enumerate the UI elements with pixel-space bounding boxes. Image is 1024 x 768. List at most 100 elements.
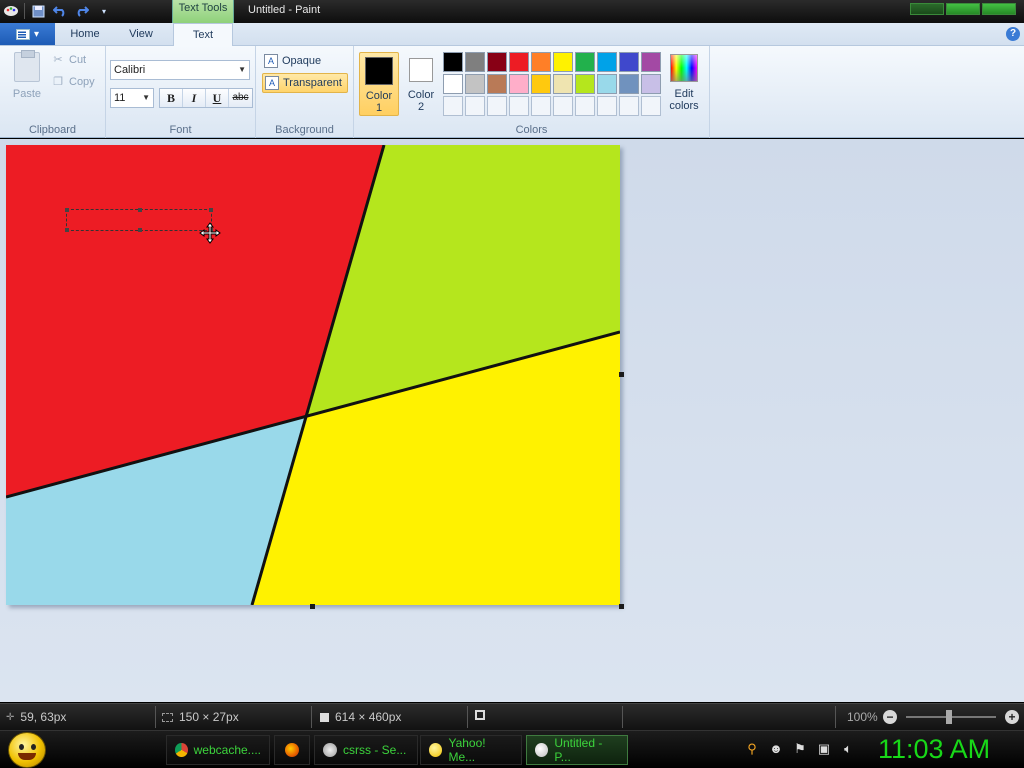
canvas-resize-handle-bottom[interactable] (310, 604, 315, 609)
image-size: 614 × 460px (320, 710, 401, 724)
resize-handle[interactable] (209, 208, 213, 212)
palette-swatch[interactable] (443, 74, 463, 94)
palette-swatch-empty[interactable] (443, 96, 463, 116)
resize-handle[interactable] (138, 228, 142, 232)
palette-swatch[interactable] (465, 74, 485, 94)
messenger-tray-icon[interactable]: ☻ (768, 741, 784, 757)
taskbar-item-chrome[interactable]: webcache.... (166, 735, 270, 765)
group-label: Clipboard (28, 124, 77, 136)
status-separator (622, 706, 623, 728)
action-center-flag-icon[interactable]: ⚑ (792, 741, 808, 757)
copy-button[interactable]: ❐ Copy (52, 76, 95, 88)
group-label: Font (169, 124, 192, 136)
save-icon[interactable] (29, 2, 47, 20)
undo-icon[interactable] (51, 2, 69, 20)
chrome-icon (175, 743, 188, 757)
italic-button[interactable]: I (183, 89, 206, 107)
toolbar-separator (24, 3, 25, 19)
clipboard-group: Paste ✂ Cut ❐ Copy Clipboard (0, 46, 106, 138)
redo-icon[interactable] (73, 2, 91, 20)
palette-swatch[interactable] (509, 52, 529, 72)
maximize-button[interactable] (946, 3, 980, 15)
opaque-button[interactable]: A Opaque (262, 51, 348, 71)
palette-swatch[interactable] (575, 52, 595, 72)
resize-handle[interactable] (138, 208, 142, 212)
image-size-icon (320, 712, 329, 722)
network-icon[interactable]: ▣ (816, 741, 832, 757)
paint-icon (535, 743, 549, 757)
palette-swatch-empty[interactable] (597, 96, 617, 116)
taskbar-item-firefox[interactable] (274, 735, 310, 765)
canvas-resize-handle-right[interactable] (619, 372, 624, 377)
text-box-selection[interactable] (65, 208, 213, 232)
taskbar-item-paint[interactable]: Untitled - P... (526, 735, 628, 765)
underline-button[interactable]: U (206, 89, 229, 107)
palette-swatch[interactable] (509, 74, 529, 94)
palette-swatch[interactable] (641, 52, 661, 72)
tab-text[interactable]: Text (173, 23, 233, 47)
paint-app-icon[interactable] (2, 2, 20, 20)
search-icon[interactable]: ⚲ (744, 741, 760, 757)
save-icon (475, 710, 485, 720)
help-icon[interactable]: ? (1006, 27, 1020, 41)
palette-swatch-empty[interactable] (531, 96, 551, 116)
transparent-button[interactable]: A Transparent (262, 73, 348, 93)
palette-swatch[interactable] (553, 52, 573, 72)
font-family-select[interactable]: Calibri ▼ (110, 60, 250, 80)
palette-swatch-empty[interactable] (619, 96, 639, 116)
color1-button[interactable]: Color 1 (359, 52, 399, 116)
cursor-position-icon: ✛ (6, 711, 15, 723)
taskbar: webcache.... csrss - Se... Yahoo! Me... … (0, 730, 1024, 768)
resize-handle[interactable] (65, 208, 69, 212)
palette-swatch-empty[interactable] (575, 96, 595, 116)
palette-swatch[interactable] (487, 74, 507, 94)
minimize-button[interactable] (910, 3, 944, 15)
palette-swatch-empty[interactable] (509, 96, 529, 116)
palette-swatch[interactable] (531, 74, 551, 94)
canvas-workarea[interactable] (0, 139, 1024, 702)
palette-swatch-empty[interactable] (465, 96, 485, 116)
palette-swatch[interactable] (553, 74, 573, 94)
palette-swatch[interactable] (575, 74, 595, 94)
resize-handle[interactable] (65, 228, 69, 232)
system-tray: ⚲ ☻ ⚑ ▣ 🔈︎ (744, 741, 856, 757)
palette-swatch[interactable] (465, 52, 485, 72)
taskbar-clock[interactable]: 11:03 AM (878, 734, 990, 765)
customize-dropdown-icon[interactable]: ▾ (95, 2, 113, 20)
zoom-in-button[interactable]: + (1005, 710, 1019, 724)
volume-icon[interactable]: 🔈︎ (840, 741, 856, 757)
palette-swatch-empty[interactable] (487, 96, 507, 116)
palette-swatch[interactable] (619, 52, 639, 72)
chevron-down-icon: ▾ (33, 28, 40, 40)
palette-swatch[interactable] (619, 74, 639, 94)
drawing-canvas[interactable] (5, 144, 621, 606)
zoom-slider-thumb[interactable] (946, 710, 952, 724)
palette-swatch[interactable] (531, 52, 551, 72)
taskbar-item-yahoo-messenger[interactable]: Yahoo! Me... (420, 735, 522, 765)
zoom-out-button[interactable]: − (883, 710, 897, 724)
bold-button[interactable]: B (160, 89, 183, 107)
palette-swatch[interactable] (487, 52, 507, 72)
start-button[interactable] (8, 732, 46, 768)
paint-menu-button[interactable]: ▾ (0, 23, 55, 45)
canvas-resize-handle-corner[interactable] (619, 604, 624, 609)
paste-button[interactable]: Paste (10, 50, 44, 100)
status-separator (155, 706, 156, 728)
zoom-level: 100% (847, 710, 878, 724)
palette-swatch-empty[interactable] (553, 96, 573, 116)
color2-button[interactable]: Color 2 (401, 52, 441, 116)
palette-swatch[interactable] (443, 52, 463, 72)
palette-swatch-empty[interactable] (641, 96, 661, 116)
process-icon (323, 743, 337, 757)
taskbar-item-csrss[interactable]: csrss - Se... (314, 735, 418, 765)
strikethrough-button[interactable]: abc (229, 89, 252, 107)
tab-view[interactable]: View (116, 23, 166, 46)
edit-colors-button[interactable]: Edit colors (664, 52, 704, 112)
close-button[interactable] (982, 3, 1016, 15)
font-size-select[interactable]: 11 ▼ (110, 88, 154, 108)
tab-home[interactable]: Home (60, 23, 110, 46)
palette-swatch[interactable] (597, 52, 617, 72)
cut-button[interactable]: ✂ Cut (52, 54, 86, 66)
palette-swatch[interactable] (597, 74, 617, 94)
palette-swatch[interactable] (641, 74, 661, 94)
